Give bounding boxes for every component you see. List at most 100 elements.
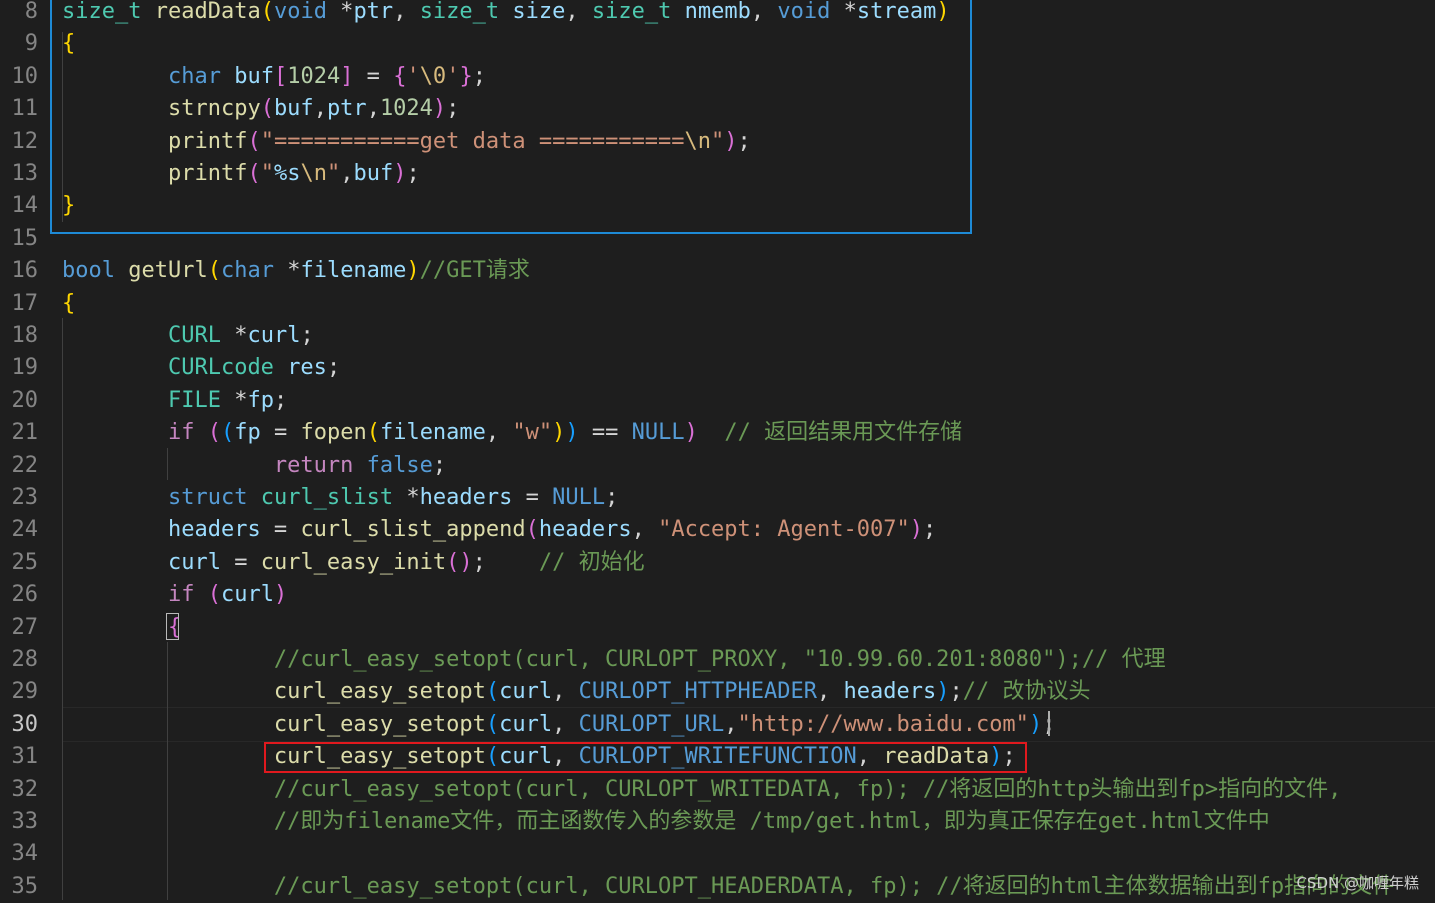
code-token: "Accept: Agent-007" (658, 517, 910, 543)
code-token: return (273, 452, 354, 478)
highlight-box-writefunction-line (264, 742, 1027, 773)
code-token: == (578, 420, 632, 446)
line-number: 30 (11, 711, 39, 737)
code-token: CURLOPT_URL (578, 711, 725, 737)
code-token: "http://www.baidu.com" (737, 711, 1029, 737)
code-token: headers (843, 679, 937, 705)
code-text: return false; (62, 450, 446, 482)
code-token: ) (406, 258, 420, 284)
code-text: //curl_easy_setopt(curl, CURLOPT_WRITEDA… (62, 774, 1341, 806)
line-number: 16 (11, 258, 39, 284)
code-line[interactable]: 32 //curl_easy_setopt(curl, CURLOPT_WRIT… (0, 774, 1435, 806)
code-line[interactable]: 34 (0, 838, 1435, 870)
code-editor[interactable]: 8 size_t readData(void *ptr, size_t size,… (0, 0, 1435, 900)
code-token: , (724, 711, 738, 737)
code-line[interactable]: 27 { (0, 612, 1435, 644)
line-number: 25 (11, 549, 39, 575)
code-line[interactable]: 19 CURLcode res; (0, 352, 1435, 384)
code-token: ; (432, 452, 447, 478)
code-token: , (552, 679, 579, 705)
line-number: 14 (11, 193, 39, 219)
code-token: curl_easy_setopt (273, 679, 486, 705)
code-token: bool (62, 258, 115, 284)
code-text: curl_easy_setopt(curl, CURLOPT_HTTPHEADE… (62, 676, 1091, 708)
code-token: //curl_easy_setopt(curl, CURLOPT_HEADERD… (273, 873, 1395, 899)
code-line[interactable]: 18 CURL *curl; (0, 320, 1435, 352)
line-number: 13 (11, 161, 39, 186)
code-line[interactable]: 30 curl_easy_setopt(curl, CURLOPT_URL,"h… (0, 709, 1435, 741)
line-number: 28 (11, 647, 39, 672)
code-token: headers (167, 517, 261, 543)
line-number: 29 (11, 679, 39, 705)
line-number: 32 (11, 776, 39, 802)
code-token: FILE (167, 387, 221, 413)
code-token: ) (684, 420, 698, 446)
code-token: ; (923, 517, 937, 543)
text-cursor (1048, 711, 1050, 736)
line-number: 22 (11, 452, 39, 478)
code-token: { (62, 290, 76, 316)
code-token: ) (909, 517, 923, 543)
code-token: getUrl (128, 258, 208, 284)
line-number: 17 (11, 290, 39, 316)
bracket-match-indicator (166, 613, 179, 640)
code-line[interactable]: 16 bool getUrl(char *filename)//GET请求 (0, 255, 1435, 287)
code-token: NULL (552, 485, 606, 510)
code-token: CURL (167, 323, 221, 348)
code-token: CURLOPT_HTTPHEADER (578, 679, 817, 705)
code-token: curl (220, 582, 274, 608)
code-token: fp (234, 420, 261, 446)
code-token: ) (459, 549, 473, 575)
code-line[interactable]: 23 struct curl_slist *headers = NULL; (0, 482, 1435, 514)
code-token: struct (167, 485, 248, 510)
code-token: false (366, 452, 433, 478)
code-text: headers = curl_slist_append(headers, "Ac… (62, 514, 936, 546)
code-token: , (631, 517, 659, 543)
code-line[interactable]: 26 if (curl) (0, 579, 1435, 611)
line-number: 31 (11, 744, 39, 770)
code-token: curl (499, 679, 553, 705)
line-number: 19 (11, 355, 39, 381)
code-token: headers (538, 517, 632, 543)
code-line[interactable]: 25 curl = curl_easy_init(); // 初始化 (0, 547, 1435, 579)
code-token: // 初始化 (538, 549, 645, 575)
code-token: ; (605, 485, 619, 510)
code-line[interactable]: 33 //即为filename文件，而主函数传入的参数是 /tmp/get.ht… (0, 806, 1435, 838)
code-token: CURLcode (167, 355, 274, 381)
line-number: 33 (11, 809, 39, 834)
code-line[interactable]: 29 curl_easy_setopt(curl, CURLOPT_HTTPHE… (0, 676, 1435, 708)
line-number: 9 (24, 31, 38, 57)
code-token: * (220, 323, 248, 348)
code-token: ) (273, 582, 288, 608)
code-token: ( (366, 420, 380, 446)
code-line[interactable]: 24 headers = curl_slist_append(headers, … (0, 514, 1435, 546)
code-line[interactable]: 17 { (0, 288, 1435, 320)
code-token: = (260, 517, 301, 543)
code-text: { (62, 288, 75, 320)
line-number: 15 (11, 225, 39, 251)
code-text: struct curl_slist *headers = NULL; (62, 482, 618, 514)
line-number: 18 (11, 323, 39, 348)
code-token: curl (247, 323, 301, 348)
code-token: headers (419, 485, 513, 510)
code-line[interactable]: 22 return false; (0, 450, 1435, 482)
code-token: ( (485, 711, 500, 737)
code-token: //curl_easy_setopt(curl, CURLOPT_PROXY, … (273, 647, 1166, 672)
code-token: ( (446, 549, 460, 575)
code-line[interactable]: 21 if ((fp = fopen(filename, "w")) == NU… (0, 417, 1435, 449)
line-number: 23 (11, 485, 39, 510)
code-token: // 改协议头 (962, 679, 1091, 705)
code-line[interactable]: 35 //curl_easy_setopt(curl, CURLOPT_HEAD… (0, 871, 1435, 903)
code-line[interactable]: 20 FILE *fp; (0, 385, 1435, 417)
code-line[interactable]: 28 //curl_easy_setopt(curl, CURLOPT_PROX… (0, 644, 1435, 676)
code-token: fp (247, 387, 274, 413)
code-token: res (287, 355, 327, 381)
